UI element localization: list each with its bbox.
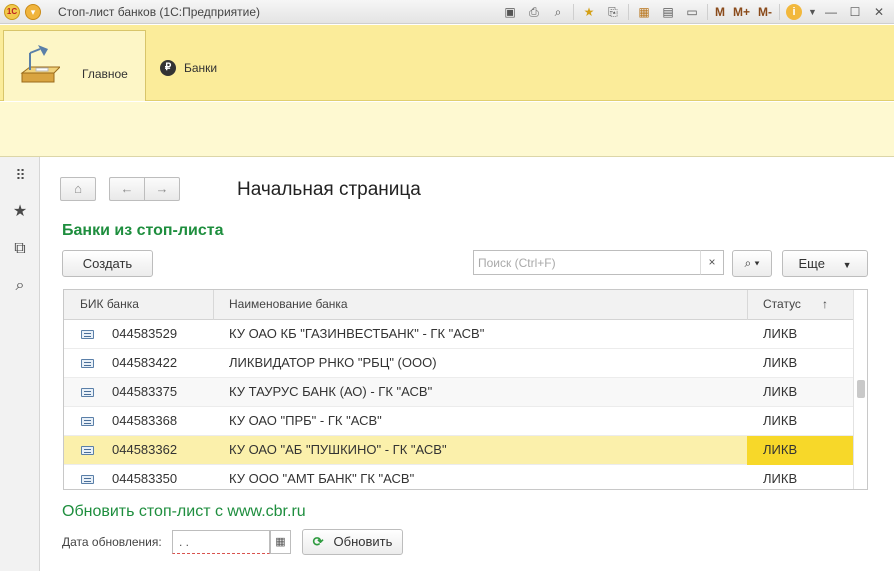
window-title: Стоп-лист банков (1С:Предприятие) (58, 5, 261, 19)
toolbar-separator (627, 4, 629, 20)
all-functions-icon[interactable]: ⠿ (11, 166, 29, 184)
search-options-button[interactable]: ⌕ ▾ (732, 250, 772, 277)
memory-mplus-button[interactable]: M+ (732, 3, 751, 21)
bank-name-cell: КУ ОАО КБ "ГАЗИНВЕСТБАНК" - ГК "АСВ" (229, 326, 485, 341)
column-bik[interactable]: БИК банка (80, 290, 139, 320)
more-button-label: Еще (798, 256, 825, 271)
update-stoplist-link[interactable]: Обновить стоп-лист с www.cbr.ru (62, 503, 306, 521)
bank-record-icon (81, 388, 94, 397)
refresh-icon: ⟳ (312, 534, 324, 549)
column-divider (747, 290, 748, 320)
section-banks-label: Банки (184, 61, 218, 75)
ruble-icon: ₽ (160, 60, 176, 76)
forward-button[interactable]: → (144, 177, 180, 201)
home-button[interactable]: ⌂ (60, 177, 96, 201)
print-icon[interactable]: ⎙ (525, 3, 543, 21)
bik-cell: 044583368 (112, 413, 178, 428)
bank-name-cell: КУ ОАО "ПРБ" - ГК "АСВ" (229, 413, 382, 428)
section-home[interactable]: Главное (3, 30, 146, 101)
bank-record-icon (81, 359, 94, 368)
maximize-icon[interactable]: ☐ (846, 3, 864, 21)
table-header: БИК банка Наименование банка Статус ↑ (64, 290, 853, 320)
info-icon[interactable]: i (786, 4, 802, 20)
status-cell: ЛИКВ (763, 471, 798, 486)
bank-record-icon (81, 330, 94, 339)
title-toolbar: ▣ ⎙ ⌕ ★ ⎘ ▦ ▤ ▭ M M+ M- i ▼ — ☐ ✕ (501, 3, 888, 21)
minimize-icon[interactable]: — (822, 3, 840, 21)
favorites-icon[interactable]: ★ (580, 3, 598, 21)
function-panel (0, 102, 894, 157)
status-cell: ЛИКВ (747, 436, 853, 465)
bik-cell: 044583422 (112, 355, 178, 370)
more-button[interactable]: Еще ▼ (782, 250, 868, 277)
table-row[interactable]: 044583529 КУ ОАО КБ "ГАЗИНВЕСТБАНК" - ГК… (64, 320, 853, 349)
left-sidebar: ⠿ ★ ⧉ ⌕ (0, 157, 40, 571)
banks-table: БИК банка Наименование банка Статус ↑ 04… (63, 289, 868, 490)
clipboard-icon[interactable]: ▭ (683, 3, 701, 21)
title-bar: 1С ▾ Стоп-лист банков (1С:Предприятие) ▣… (0, 0, 894, 24)
bank-name-cell: КУ ОАО "АБ "ПУШКИНО" - ГК "АСВ" (229, 442, 447, 457)
update-button[interactable]: ⟳ Обновить (302, 529, 403, 555)
app-logo-icon: 1С (4, 4, 20, 20)
favorites-icon[interactable]: ★ (11, 203, 29, 221)
bik-cell: 044583529 (112, 326, 178, 341)
column-divider (213, 290, 214, 320)
table-row-selected[interactable]: 044583362 КУ ОАО "АБ "ПУШКИНО" - ГК "АСВ… (64, 436, 853, 465)
status-cell: ЛИКВ (763, 355, 798, 370)
calculator-icon[interactable]: ▦ (635, 3, 653, 21)
history-icon[interactable]: ⧉ (11, 240, 29, 258)
status-cell: ЛИКВ (763, 326, 798, 341)
search-input[interactable] (473, 250, 701, 275)
toolbar-separator (706, 4, 708, 20)
chevron-down-icon[interactable]: ▼ (808, 3, 817, 21)
bank-record-icon (81, 475, 94, 484)
back-button[interactable]: ← (109, 177, 144, 201)
page-title: Начальная страница (237, 179, 421, 200)
toolbar-separator (779, 4, 780, 20)
main-content: ⌂ ← → Начальная страница Банки из стоп-л… (41, 158, 894, 571)
link-icon[interactable]: ⎘ (604, 3, 622, 21)
main-menu-icon[interactable]: ▾ (25, 4, 41, 20)
memory-m-button[interactable]: M (714, 3, 726, 21)
table-row[interactable]: 044583350 КУ ООО "АМТ БАНК" ГК "АСВ" ЛИК… (64, 465, 853, 489)
calendar-icon[interactable]: ▤ (659, 3, 677, 21)
column-status[interactable]: Статус (763, 290, 801, 320)
chevron-down-icon: ▼ (842, 260, 852, 270)
create-button[interactable]: Создать (62, 250, 153, 277)
column-name[interactable]: Наименование банка (229, 290, 348, 320)
scrollbar-thumb[interactable] (857, 380, 865, 398)
bik-cell: 044583350 (112, 471, 178, 486)
table-row[interactable]: 044583368 КУ ОАО "ПРБ" - ГК "АСВ" ЛИКВ (64, 407, 853, 436)
table-row[interactable]: 044583422 ЛИКВИДАТОР РНКО "РБЦ" (ООО) ЛИ… (64, 349, 853, 378)
form-title: Банки из стоп-листа (62, 222, 224, 239)
bank-record-icon (81, 446, 94, 455)
bank-record-icon (81, 417, 94, 426)
section-banks[interactable]: ₽ Банки (160, 60, 217, 76)
search-icon[interactable]: ⌕ (11, 277, 29, 295)
bank-name-cell: КУ ТАУРУС БАНК (АО) - ГК "АСВ" (229, 384, 433, 399)
toolbar-separator (572, 4, 574, 20)
close-icon[interactable]: ✕ (870, 3, 888, 21)
date-label: Дата обновления: (62, 535, 162, 549)
section-panel: Главное ₽ Банки (0, 25, 894, 101)
sort-ascending-icon: ↑ (822, 297, 828, 311)
date-field[interactable]: . . (172, 530, 270, 554)
update-button-label: Обновить (333, 534, 393, 549)
bik-cell: 044583362 (112, 442, 178, 457)
desk-lamp-icon (20, 45, 60, 83)
preview-icon[interactable]: ⌕ (549, 3, 567, 21)
calendar-icon[interactable]: ▦ (270, 530, 291, 554)
table-scrollbar[interactable] (853, 290, 867, 489)
status-cell: ЛИКВ (763, 413, 798, 428)
bik-cell: 044583375 (112, 384, 178, 399)
bank-name-cell: ЛИКВИДАТОР РНКО "РБЦ" (ООО) (229, 355, 437, 370)
save-icon[interactable]: ▣ (501, 3, 519, 21)
clear-search-icon[interactable]: × (700, 250, 724, 275)
table-row[interactable]: 044583375 КУ ТАУРУС БАНК (АО) - ГК "АСВ"… (64, 378, 853, 407)
status-cell: ЛИКВ (763, 384, 798, 399)
bank-name-cell: КУ ООО "АМТ БАНК" ГК "АСВ" (229, 471, 415, 486)
memory-mminus-button[interactable]: M- (757, 3, 773, 21)
section-home-label: Главное (82, 67, 128, 81)
